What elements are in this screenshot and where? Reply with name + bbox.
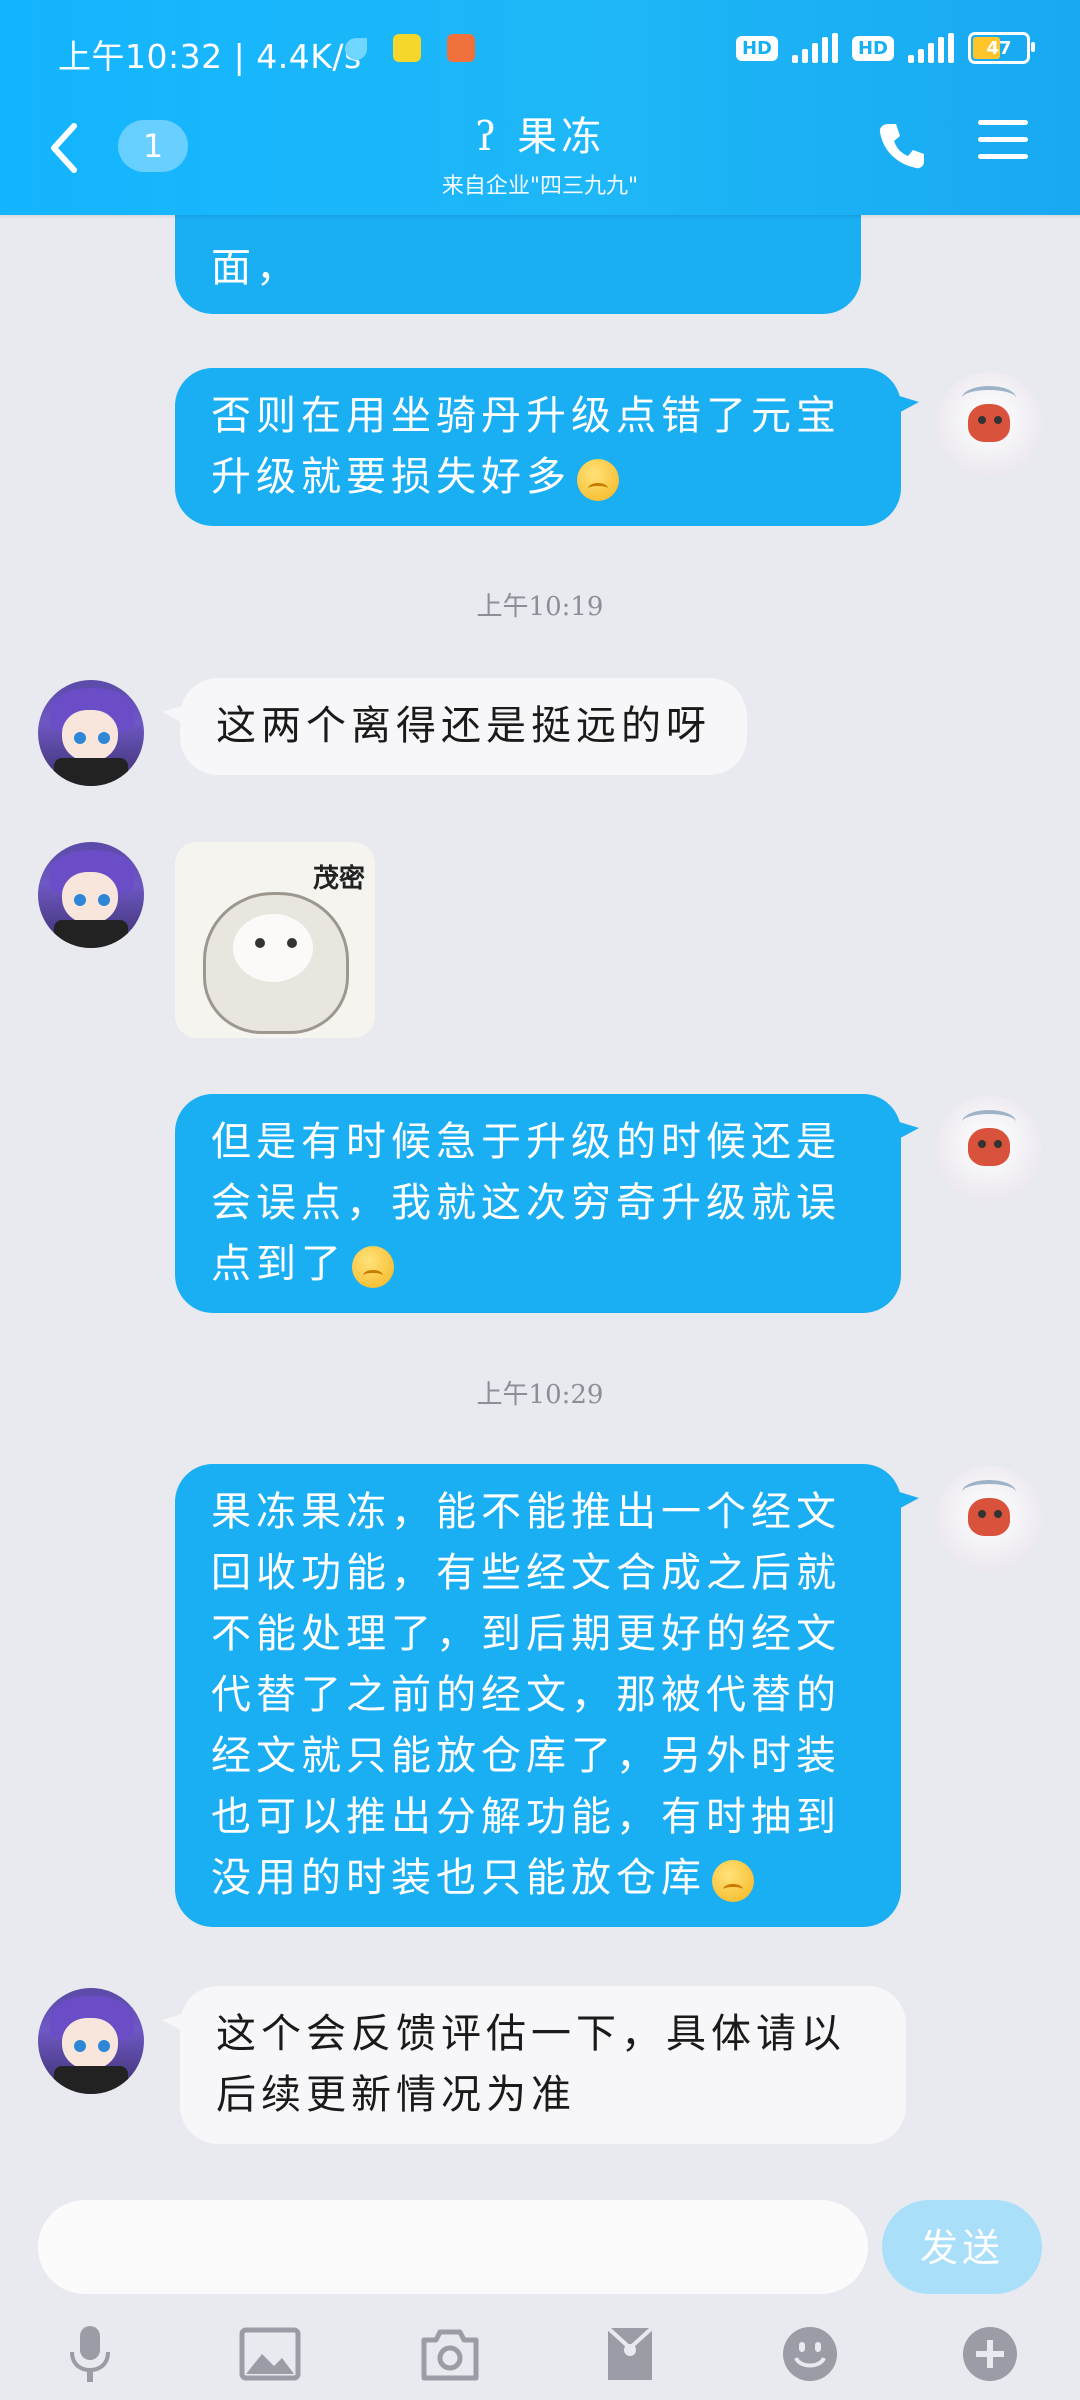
message-bubble-outgoing[interactable]: 但是有时候急于升级的时候还是会误点，我就这次穷奇升级就误点到了 xyxy=(175,1094,919,1313)
ear-icon: ʔ xyxy=(474,114,501,160)
camera-icon xyxy=(421,2329,479,2381)
hd-icon: HD xyxy=(851,35,894,61)
phone-icon xyxy=(879,124,924,169)
avatar-self[interactable] xyxy=(936,1466,1042,1572)
sad-face-emoji-icon xyxy=(577,459,619,501)
message-text: 这个会反馈评估一下，具体请以后续更新情况为准 xyxy=(216,2011,846,2118)
signal-icon xyxy=(791,33,838,63)
red-packet-icon xyxy=(606,2326,654,2380)
red-packet-button[interactable] xyxy=(598,2324,662,2384)
message-bubble-incoming[interactable]: 这两个离得还是挺远的呀 xyxy=(162,678,747,775)
timestamp: 上午10:29 xyxy=(476,1380,604,1410)
leaf-notification-icon xyxy=(345,38,367,60)
menu-icon xyxy=(978,120,1028,125)
notification-icons xyxy=(345,34,475,62)
battery-level: 47 xyxy=(986,37,1012,59)
message-bubble-outgoing[interactable]: 果冻果冻，能不能推出一个经文回收功能，有些经文合成之后就不能处理了，到后期更好的… xyxy=(175,1464,919,1927)
more-button[interactable] xyxy=(958,2324,1022,2384)
hd-icon: HD xyxy=(735,35,778,61)
timestamp: 上午10:19 xyxy=(476,592,604,622)
send-button[interactable]: 发送 xyxy=(882,2200,1042,2294)
plus-icon xyxy=(963,2327,1017,2381)
message-bubble-incoming[interactable]: 这个会反馈评估一下，具体请以后续更新情况为准 xyxy=(162,1986,906,2144)
battery-icon: 47 xyxy=(968,32,1035,64)
message-text: 面， xyxy=(211,245,301,291)
image-button[interactable] xyxy=(238,2324,302,2384)
message-input[interactable] xyxy=(38,2200,868,2294)
avatar-other[interactable] xyxy=(38,680,144,786)
menu-button[interactable] xyxy=(978,120,1028,170)
status-bar-left: 上午10:32 | 4.4K/s xyxy=(58,37,362,76)
sticker-image[interactable]: 茂密 xyxy=(175,842,375,1038)
app-notification-icon xyxy=(393,34,421,62)
avatar-other[interactable] xyxy=(38,1988,144,2094)
input-area: 发送 xyxy=(0,2180,1080,2400)
sad-face-emoji-icon xyxy=(712,1860,754,1902)
message-bubble-outgoing[interactable]: 否则在用坐骑丹升级点错了元宝升级就要损失好多 xyxy=(175,368,919,526)
emoji-icon xyxy=(783,2327,837,2381)
avatar-self[interactable] xyxy=(936,1096,1042,1202)
smile-face-emoji-icon xyxy=(352,1246,394,1288)
header-bar: 上午10:32 | 4.4K/s HD HD 47 1 ʔ 果冻 来自企业"四三… xyxy=(0,0,1080,215)
input-toolbar xyxy=(0,2318,1080,2390)
microphone-icon xyxy=(70,2326,110,2382)
status-time: 上午10:32 xyxy=(58,37,223,76)
message-text: 这两个离得还是挺远的呀 xyxy=(216,703,711,749)
chat-area[interactable]: 面， 否则在用坐骑丹升级点错了元宝升级就要损失好多 上午10:19 这两个离得还… xyxy=(0,0,1080,2180)
message-text: 果冻果冻，能不能推出一个经文回收功能，有些经文合成之后就不能处理了，到后期更好的… xyxy=(211,1489,841,1901)
avatar-other[interactable] xyxy=(38,842,144,948)
camera-button[interactable] xyxy=(418,2324,482,2384)
message-text: 否则在用坐骑丹升级点错了元宝升级就要损失好多 xyxy=(211,393,841,500)
status-bar-right: HD HD 47 xyxy=(735,32,1035,64)
message-text: 但是有时候急于升级的时候还是会误点，我就这次穷奇升级就误点到了 xyxy=(211,1119,841,1287)
image-icon xyxy=(239,2327,301,2381)
mi-notification-icon xyxy=(447,34,475,62)
avatar-self[interactable] xyxy=(936,372,1042,478)
emoji-button[interactable] xyxy=(778,2324,842,2384)
voice-input-button[interactable] xyxy=(58,2324,122,2384)
signal-icon xyxy=(908,33,954,63)
sticker-caption: 茂密 xyxy=(312,864,365,894)
voice-call-button[interactable] xyxy=(874,118,930,174)
